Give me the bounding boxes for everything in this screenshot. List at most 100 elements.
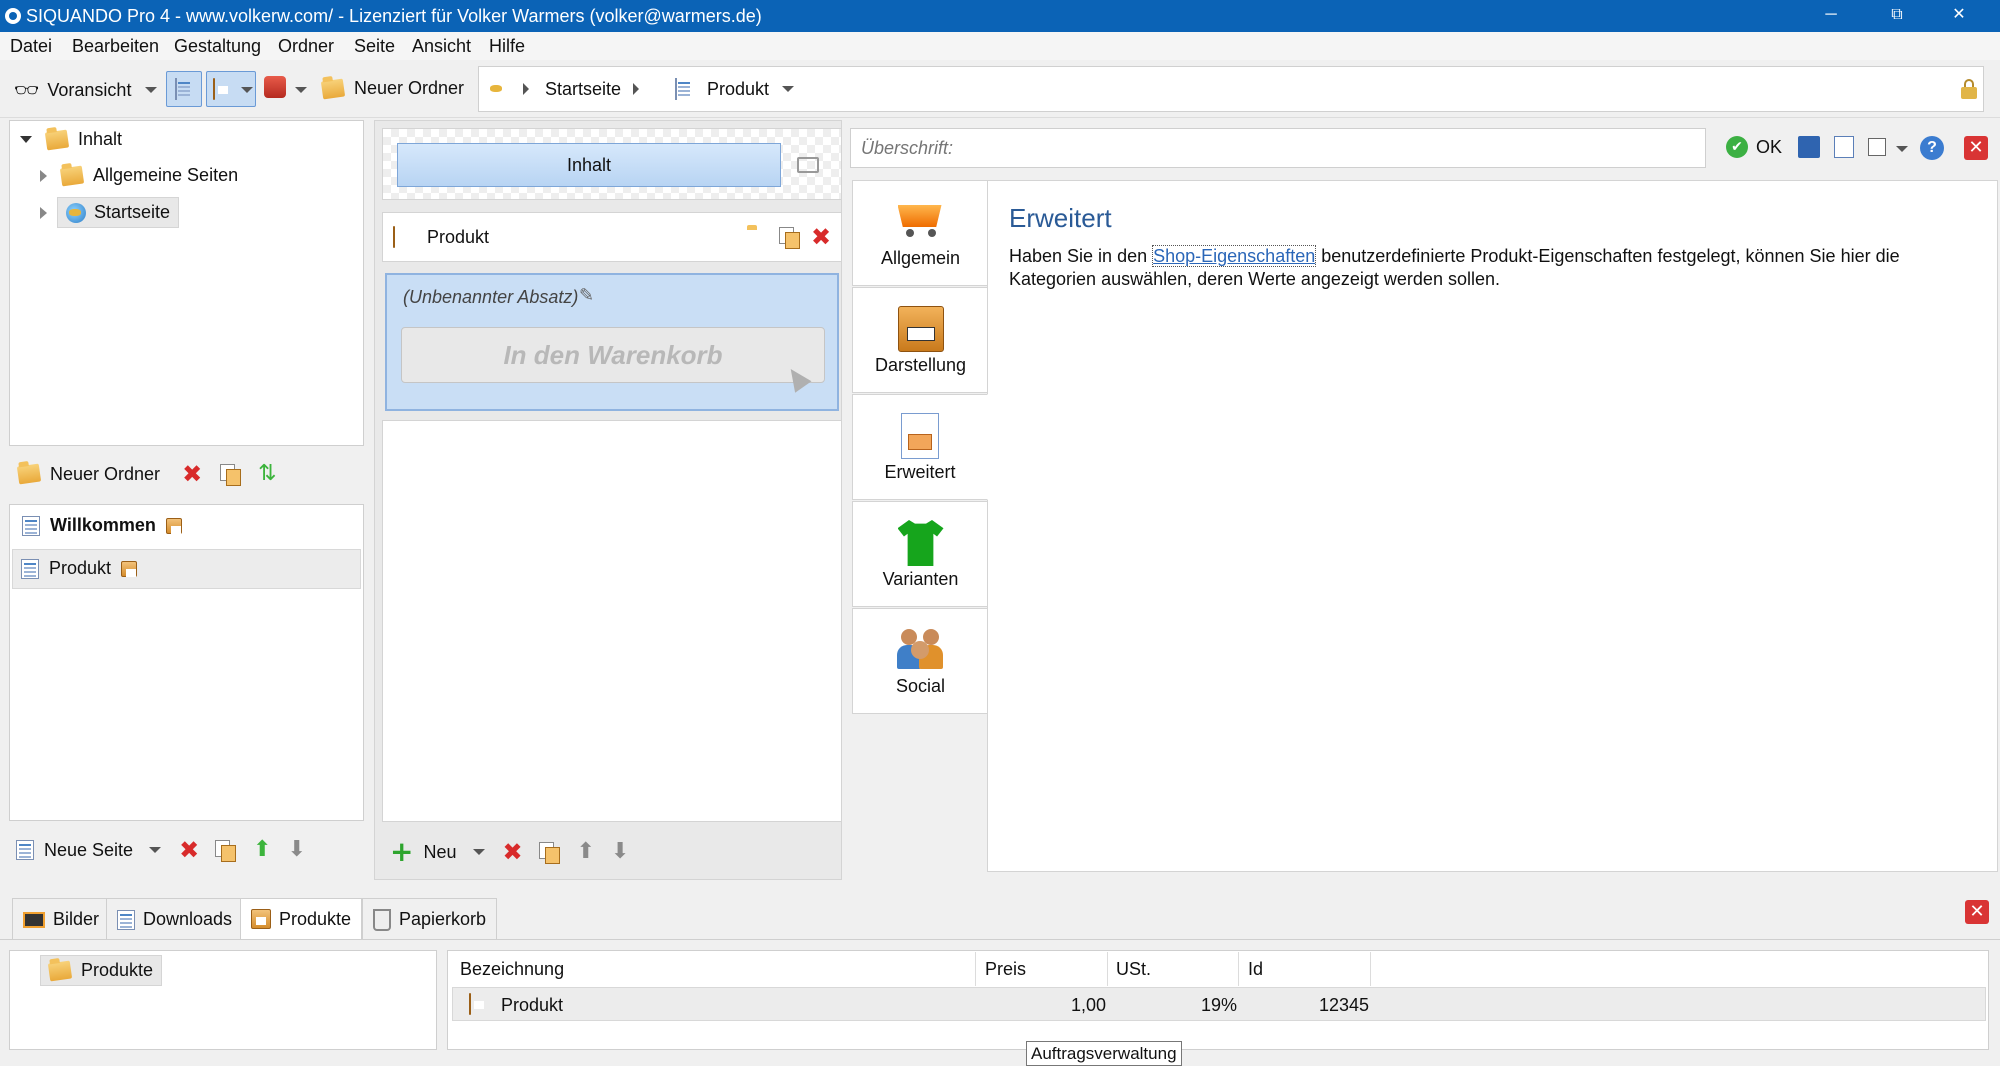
close-editor-icon[interactable]: ✕ — [1964, 136, 1988, 160]
panel-title: Erweitert — [1009, 203, 1112, 233]
menu-bearbeiten[interactable]: Bearbeiten — [72, 36, 159, 57]
new-block-button[interactable]: + Neu — [390, 838, 457, 866]
tree-view-toggle[interactable] — [166, 71, 202, 107]
table-row[interactable]: Produkt 1,00 19% 12345 — [452, 987, 1986, 1021]
products-root[interactable]: Produkte — [40, 955, 163, 986]
maximize-button[interactable]: ⧉ — [1868, 0, 1926, 32]
help-icon[interactable]: ? — [1920, 136, 1944, 160]
globe-icon — [66, 202, 86, 223]
column-header-preis[interactable]: Preis — [977, 952, 1108, 986]
tab-label: Erweitert — [884, 462, 956, 482]
close-window-button[interactable]: ✕ — [1930, 0, 1988, 32]
tree-item-allgemeine-seiten[interactable]: Allgemeine Seiten — [40, 165, 238, 186]
preview-button[interactable]: 👓︎ Voransicht — [14, 78, 131, 102]
edit-icon[interactable] — [1868, 138, 1886, 156]
trash-icon — [373, 908, 391, 931]
column-header-ust[interactable]: USt. — [1108, 952, 1239, 986]
close-bottom-panel-icon[interactable]: ✕ — [1965, 900, 1989, 924]
preview-page-icon[interactable] — [1834, 136, 1854, 158]
breadcrumb-produkt[interactable]: Produkt — [707, 79, 769, 100]
menu-ansicht[interactable]: Ansicht — [412, 36, 471, 57]
tab-produkte[interactable]: Produkte — [240, 898, 363, 940]
tree-item-startseite[interactable]: Startseite — [40, 197, 180, 228]
expand-icon[interactable] — [40, 169, 47, 182]
minimize-button[interactable]: ─ — [1802, 0, 1860, 32]
menu-bar: Datei Bearbeiten Gestaltung Ordner Seite… — [0, 32, 2000, 60]
tab-allgemein[interactable]: Allgemein — [852, 180, 988, 286]
tab-erweitert[interactable]: Erweitert — [852, 394, 988, 500]
tree-root-inhalt[interactable]: Inhalt — [20, 129, 122, 150]
delete-folder-icon[interactable]: ✖ — [182, 462, 202, 486]
tab-downloads[interactable]: Downloads — [106, 898, 244, 940]
menu-datei[interactable]: Datei — [10, 36, 52, 57]
breadcrumb-separator-icon[interactable] — [523, 83, 529, 95]
products-tree-panel: Produkte — [9, 950, 437, 1050]
design-dropdown-icon[interactable] — [295, 87, 307, 93]
pictures-icon — [23, 911, 45, 928]
breadcrumb-dropdown-icon[interactable] — [782, 86, 794, 92]
content-actions: + Neu ✖ ⬆ ⬇ — [390, 838, 629, 866]
collapse-icon[interactable] — [20, 136, 32, 143]
menu-ordner[interactable]: Ordner — [278, 36, 334, 57]
new-folder-button[interactable]: Neuer Ordner — [16, 463, 161, 485]
new-folder-label: Neuer Ordner — [50, 463, 161, 484]
delete-block-icon[interactable]: ✖ — [811, 225, 831, 249]
add-to-cart-button[interactable]: In den Warenkorb — [401, 327, 825, 383]
tab-darstellung[interactable]: Darstellung — [852, 287, 988, 393]
breadcrumb-startseite[interactable]: Startseite — [545, 79, 621, 100]
tab-social[interactable]: Social — [852, 608, 988, 714]
page-icon — [22, 515, 40, 536]
copy-page-icon[interactable] — [215, 840, 237, 862]
move-up-icon[interactable]: ⬆ — [577, 841, 595, 863]
preview-dropdown-icon[interactable] — [145, 87, 157, 93]
column-header-id[interactable]: Id — [1240, 952, 1371, 986]
design-icon[interactable] — [264, 76, 286, 98]
shop-properties-link[interactable]: Shop-Eigenschaften — [1152, 245, 1317, 267]
product-box-icon — [393, 226, 395, 248]
tab-label: Allgemein — [880, 248, 961, 268]
column-header-bezeichnung[interactable]: Bezeichnung — [452, 952, 976, 986]
move-down-icon[interactable]: ⬇ — [288, 839, 306, 861]
menu-hilfe[interactable]: Hilfe — [489, 36, 525, 57]
delete-block-icon[interactable]: ✖ — [503, 840, 523, 864]
ok-button[interactable]: ✔ OK — [1726, 136, 1782, 158]
tab-bilder[interactable]: Bilder — [12, 898, 111, 940]
layout-icon[interactable] — [797, 157, 819, 173]
pencil-icon[interactable]: ✎ — [579, 285, 594, 306]
section-inhalt-button[interactable]: Inhalt — [397, 143, 781, 187]
new-page-button[interactable]: Neue Seite — [16, 840, 133, 861]
lock-icon[interactable] — [1961, 79, 1977, 99]
new-page-dropdown-icon[interactable] — [149, 847, 162, 853]
copy-block-icon[interactable] — [538, 842, 560, 864]
cart-icon — [896, 199, 946, 239]
page-item-willkommen[interactable]: Willkommen — [22, 515, 182, 536]
move-down-icon[interactable]: ⬇ — [611, 841, 629, 863]
menu-gestaltung[interactable]: Gestaltung — [174, 36, 261, 57]
toolbar-new-folder-button[interactable]: Neuer Ordner — [320, 78, 464, 99]
new-folder-icon — [16, 463, 42, 485]
delete-page-icon[interactable]: ✖ — [179, 838, 199, 862]
save-icon[interactable] — [1798, 136, 1820, 158]
paragraph-title: (Unbenannter Absatz) — [403, 287, 579, 307]
heading-input[interactable] — [851, 129, 1705, 167]
product-view-toggle[interactable] — [206, 71, 256, 107]
tab-papierkorb[interactable]: Papierkorb — [362, 898, 498, 940]
edit-dropdown-icon[interactable] — [1896, 146, 1908, 152]
new-block-dropdown-icon[interactable] — [472, 849, 485, 855]
product-box-icon — [165, 517, 182, 534]
menu-seite[interactable]: Seite — [354, 36, 395, 57]
expand-icon[interactable] — [40, 206, 47, 219]
sort-folder-icon[interactable]: ⇅ — [258, 463, 276, 485]
tree-view-icon — [175, 78, 177, 100]
move-up-icon[interactable]: ⬆ — [253, 839, 271, 861]
page-item-produkt[interactable]: Produkt — [12, 549, 361, 589]
tab-varianten[interactable]: Varianten — [852, 501, 988, 607]
paragraph-block[interactable]: (Unbenannter Absatz) ✎ In den Warenkorb — [385, 273, 839, 411]
breadcrumb-separator-icon[interactable] — [633, 83, 639, 95]
content-header-label: Produkt — [427, 227, 490, 247]
page-icon — [675, 78, 677, 100]
copy-folder-icon[interactable] — [220, 464, 242, 486]
description-text: Haben Sie in den — [1009, 246, 1153, 266]
heading-field[interactable] — [850, 128, 1706, 168]
tree-item-selected[interactable]: Startseite — [57, 197, 180, 228]
